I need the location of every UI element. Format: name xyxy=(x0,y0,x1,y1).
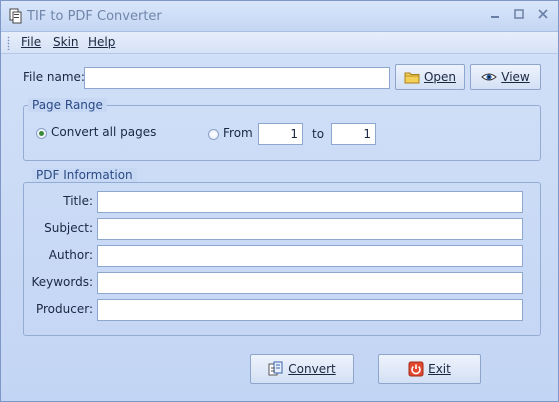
open-button[interactable]: Open xyxy=(395,64,465,90)
maximize-icon xyxy=(514,9,524,19)
subject-input[interactable] xyxy=(97,218,523,240)
menu-help[interactable]: Help xyxy=(88,35,115,49)
convert-all-radio[interactable] xyxy=(36,128,47,139)
power-icon xyxy=(408,361,424,377)
title-label: Title: xyxy=(63,194,93,208)
keywords-label: Keywords: xyxy=(31,275,93,289)
exit-button-label: Exit xyxy=(428,362,451,376)
eye-icon xyxy=(481,73,498,81)
from-label: From xyxy=(223,126,253,140)
convert-button[interactable]: Convert xyxy=(250,354,354,384)
view-button-label: View xyxy=(501,70,530,84)
author-label: Author: xyxy=(48,248,93,262)
folder-icon xyxy=(404,72,420,84)
minimize-button[interactable] xyxy=(488,9,502,23)
menu-skin[interactable]: Skin xyxy=(53,35,79,49)
producer-label: Producer: xyxy=(35,302,93,316)
view-button[interactable]: View xyxy=(470,64,541,90)
to-page-input[interactable] xyxy=(331,123,376,145)
author-input[interactable] xyxy=(97,245,523,267)
open-button-label: Open xyxy=(423,70,457,84)
convert-all-label: Convert all pages xyxy=(51,125,157,139)
menu-file[interactable]: File xyxy=(21,35,41,49)
close-button[interactable] xyxy=(536,9,550,23)
title-input[interactable] xyxy=(97,191,523,213)
subject-label: Subject: xyxy=(44,221,93,235)
menu-grip-icon xyxy=(7,36,10,50)
convert-button-label: Convert xyxy=(288,362,336,376)
producer-input[interactable] xyxy=(97,299,523,321)
keywords-input[interactable] xyxy=(97,272,523,294)
menu-bar: File Skin Help xyxy=(1,32,558,54)
file-name-label: File name: xyxy=(23,70,85,84)
from-page-input[interactable] xyxy=(258,123,303,145)
minimize-icon xyxy=(491,16,499,18)
to-label: to xyxy=(312,127,325,141)
app-icon xyxy=(9,8,22,24)
window-title: TIF to PDF Converter xyxy=(27,9,162,24)
maximize-button[interactable] xyxy=(512,9,526,23)
pdf-information-title: PDF Information xyxy=(32,168,137,182)
from-radio[interactable] xyxy=(208,129,219,140)
convert-icon xyxy=(268,361,283,376)
exit-button[interactable]: Exit xyxy=(378,354,481,384)
close-icon xyxy=(538,9,548,19)
page-range-title: Page Range xyxy=(28,98,107,112)
title-bar: TIF to PDF Converter xyxy=(1,1,558,32)
app-window: TIF to PDF Converter File Skin Help File… xyxy=(0,0,559,402)
file-name-input[interactable] xyxy=(84,67,390,89)
